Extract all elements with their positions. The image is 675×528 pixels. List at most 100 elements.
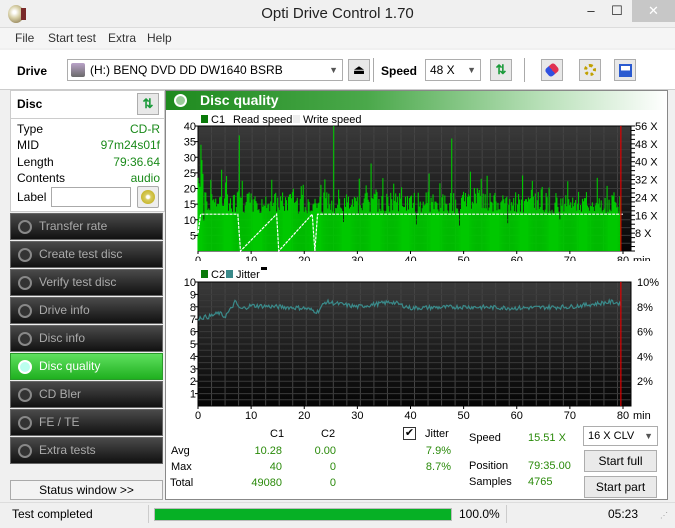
jitter-label: Jitter bbox=[425, 428, 449, 440]
disc-mid-row: MID 97m24s01f bbox=[17, 138, 160, 152]
y-tick-label: 20 bbox=[184, 184, 196, 196]
settings-button[interactable] bbox=[579, 59, 601, 81]
disc-icon bbox=[18, 444, 32, 458]
progress-bar bbox=[154, 508, 452, 521]
save-button[interactable] bbox=[614, 59, 636, 81]
disc-icon bbox=[18, 416, 32, 430]
sidebar-item-extra-tests[interactable]: Extra tests bbox=[10, 437, 163, 464]
divider bbox=[148, 505, 149, 523]
legend-read-speed: Read speed bbox=[233, 114, 292, 126]
drive-select[interactable]: (H:) BENQ DVD DD DW1640 BSRB ▼ bbox=[67, 59, 343, 81]
sidebar-item-disc-quality[interactable]: Disc quality bbox=[10, 353, 163, 380]
title-bar: Opti Drive Control 1.70 – ☐ ✕ bbox=[0, 0, 675, 28]
y-tick-label: 2 bbox=[190, 376, 196, 388]
toolbar: Drive (H:) BENQ DVD DD DW1640 BSRB ▼ ⏏ S… bbox=[0, 50, 675, 90]
y-tick-label: 5 bbox=[190, 230, 196, 242]
menu-file[interactable]: File bbox=[15, 31, 34, 45]
disc-icon bbox=[18, 276, 32, 290]
status-text: Test completed bbox=[12, 507, 93, 521]
y2-tick-label: 10% bbox=[637, 277, 659, 289]
disc-icon bbox=[18, 248, 32, 262]
x-tick-label: 60 bbox=[511, 410, 523, 422]
samples-label: Samples bbox=[469, 476, 512, 488]
y-tick-label: 30 bbox=[184, 152, 196, 164]
y-tick-label: 10 bbox=[184, 277, 196, 289]
max-c2: 0 bbox=[329, 461, 336, 473]
refresh-button[interactable]: ⇅ bbox=[490, 59, 512, 81]
sidebar-item-cd-bler[interactable]: CD Bler bbox=[10, 381, 163, 408]
avg-c1: 10.28 bbox=[254, 445, 282, 457]
legend-marker bbox=[261, 267, 267, 270]
jitter-checkbox[interactable]: ✔ bbox=[403, 427, 416, 440]
menu-bar: File Start test Extra Help bbox=[0, 28, 675, 48]
menu-help[interactable]: Help bbox=[147, 31, 172, 45]
toolbar-divider bbox=[373, 58, 374, 82]
y-tick-label: 7 bbox=[190, 314, 196, 326]
disc-type-row: Type CD-R bbox=[17, 122, 160, 136]
sidebar-item-label: Extra tests bbox=[39, 443, 96, 457]
start-part-button[interactable]: Start part bbox=[584, 476, 657, 498]
sidebar-item-create-test-disc[interactable]: Create test disc bbox=[10, 241, 163, 268]
sidebar-item-verify-test-disc[interactable]: Verify test disc bbox=[10, 269, 163, 296]
x-tick-label: 40 bbox=[404, 410, 416, 422]
menu-extra[interactable]: Extra bbox=[108, 31, 136, 45]
speed-value: 15.51 X bbox=[528, 432, 566, 444]
gears-icon bbox=[584, 64, 596, 76]
disc-length-row: Length 79:36.64 bbox=[17, 155, 160, 169]
y2-tick-label: 8% bbox=[637, 302, 653, 314]
total-label: Total bbox=[170, 477, 194, 489]
progress-text: 100.0% bbox=[459, 507, 500, 521]
start-full-button[interactable]: Start full bbox=[584, 450, 657, 472]
max-jitter: 8.7% bbox=[425, 461, 451, 473]
sidebar-item-drive-info[interactable]: Drive info bbox=[10, 297, 163, 324]
sidebar-item-fe-te[interactable]: FE / TE bbox=[10, 409, 163, 436]
drive-value: (H:) BENQ DVD DD DW1640 BSRB bbox=[90, 63, 283, 77]
y2-tick-label: 24 X bbox=[635, 192, 658, 204]
drive-icon bbox=[71, 63, 85, 77]
disc-label-button[interactable] bbox=[137, 186, 159, 208]
progress-fill bbox=[155, 509, 451, 520]
y-tick-label: 15 bbox=[184, 199, 196, 211]
resize-grip-icon[interactable]: ⋰ bbox=[660, 511, 668, 520]
sidebar-item-disc-info[interactable]: Disc info bbox=[10, 325, 163, 352]
legend-jitter-swatch bbox=[226, 270, 233, 278]
sidebar-item-label: FE / TE bbox=[39, 415, 80, 429]
maximize-button[interactable]: ☐ bbox=[603, 0, 631, 22]
chevron-down-icon: ▼ bbox=[644, 431, 653, 441]
status-window-button[interactable]: Status window >> bbox=[10, 480, 163, 500]
c2-chart-svg: 123456789102%4%6%8%10%0 10 20 30 40 50 60 70 80 m… bbox=[184, 267, 659, 422]
sidebar-item-label: Transfer rate bbox=[39, 219, 108, 233]
sidebar-item-label: Verify test disc bbox=[39, 275, 117, 289]
menu-start-test[interactable]: Start test bbox=[48, 31, 96, 45]
close-button[interactable]: ✕ bbox=[632, 0, 675, 22]
disc-icon bbox=[18, 220, 32, 234]
eject-button[interactable]: ⏏ bbox=[348, 59, 370, 81]
total-c1: 49080 bbox=[251, 477, 282, 489]
label-input[interactable] bbox=[51, 187, 131, 207]
minimize-button[interactable]: – bbox=[577, 0, 605, 22]
disc-refresh-button[interactable]: ⇅ bbox=[137, 93, 159, 115]
disc-icon bbox=[18, 360, 32, 374]
y-tick-label: 1 bbox=[190, 389, 196, 401]
legend-c2: C2 bbox=[211, 269, 225, 281]
sidebar-item-label: CD Bler bbox=[39, 387, 82, 401]
sidebar-item-label: Create test disc bbox=[39, 247, 123, 261]
y-tick-label: 40 bbox=[184, 121, 196, 133]
y2-tick-label: 56 X bbox=[635, 121, 658, 133]
y2-tick-label: 6% bbox=[637, 327, 653, 339]
y-tick-label: 9 bbox=[190, 289, 196, 301]
legend-write-speed: Write speed bbox=[303, 114, 362, 126]
y-tick-label: 3 bbox=[190, 364, 196, 376]
disc-header: Disc bbox=[17, 97, 43, 111]
erase-button[interactable] bbox=[541, 59, 563, 81]
elapsed-time: 05:23 bbox=[608, 507, 639, 521]
speed-value: 48 X bbox=[430, 63, 455, 77]
test-speed-select[interactable]: 16 X CLV ▼ bbox=[583, 426, 658, 446]
avg-jitter: 7.9% bbox=[425, 445, 451, 457]
c1-chart-svg: 5 10 15 20 25 30 35 40 8 X 16 X 24 X 32 X 40 X 48 X 56… bbox=[184, 114, 659, 261]
sidebar-item-transfer-rate[interactable]: Transfer rate bbox=[10, 213, 163, 240]
y2-tick-label: 32 X bbox=[635, 175, 658, 187]
x-tick-label: 0 bbox=[195, 410, 201, 422]
avg-c2: 0.00 bbox=[314, 445, 336, 457]
speed-select[interactable]: 48 X ▼ bbox=[425, 59, 481, 81]
